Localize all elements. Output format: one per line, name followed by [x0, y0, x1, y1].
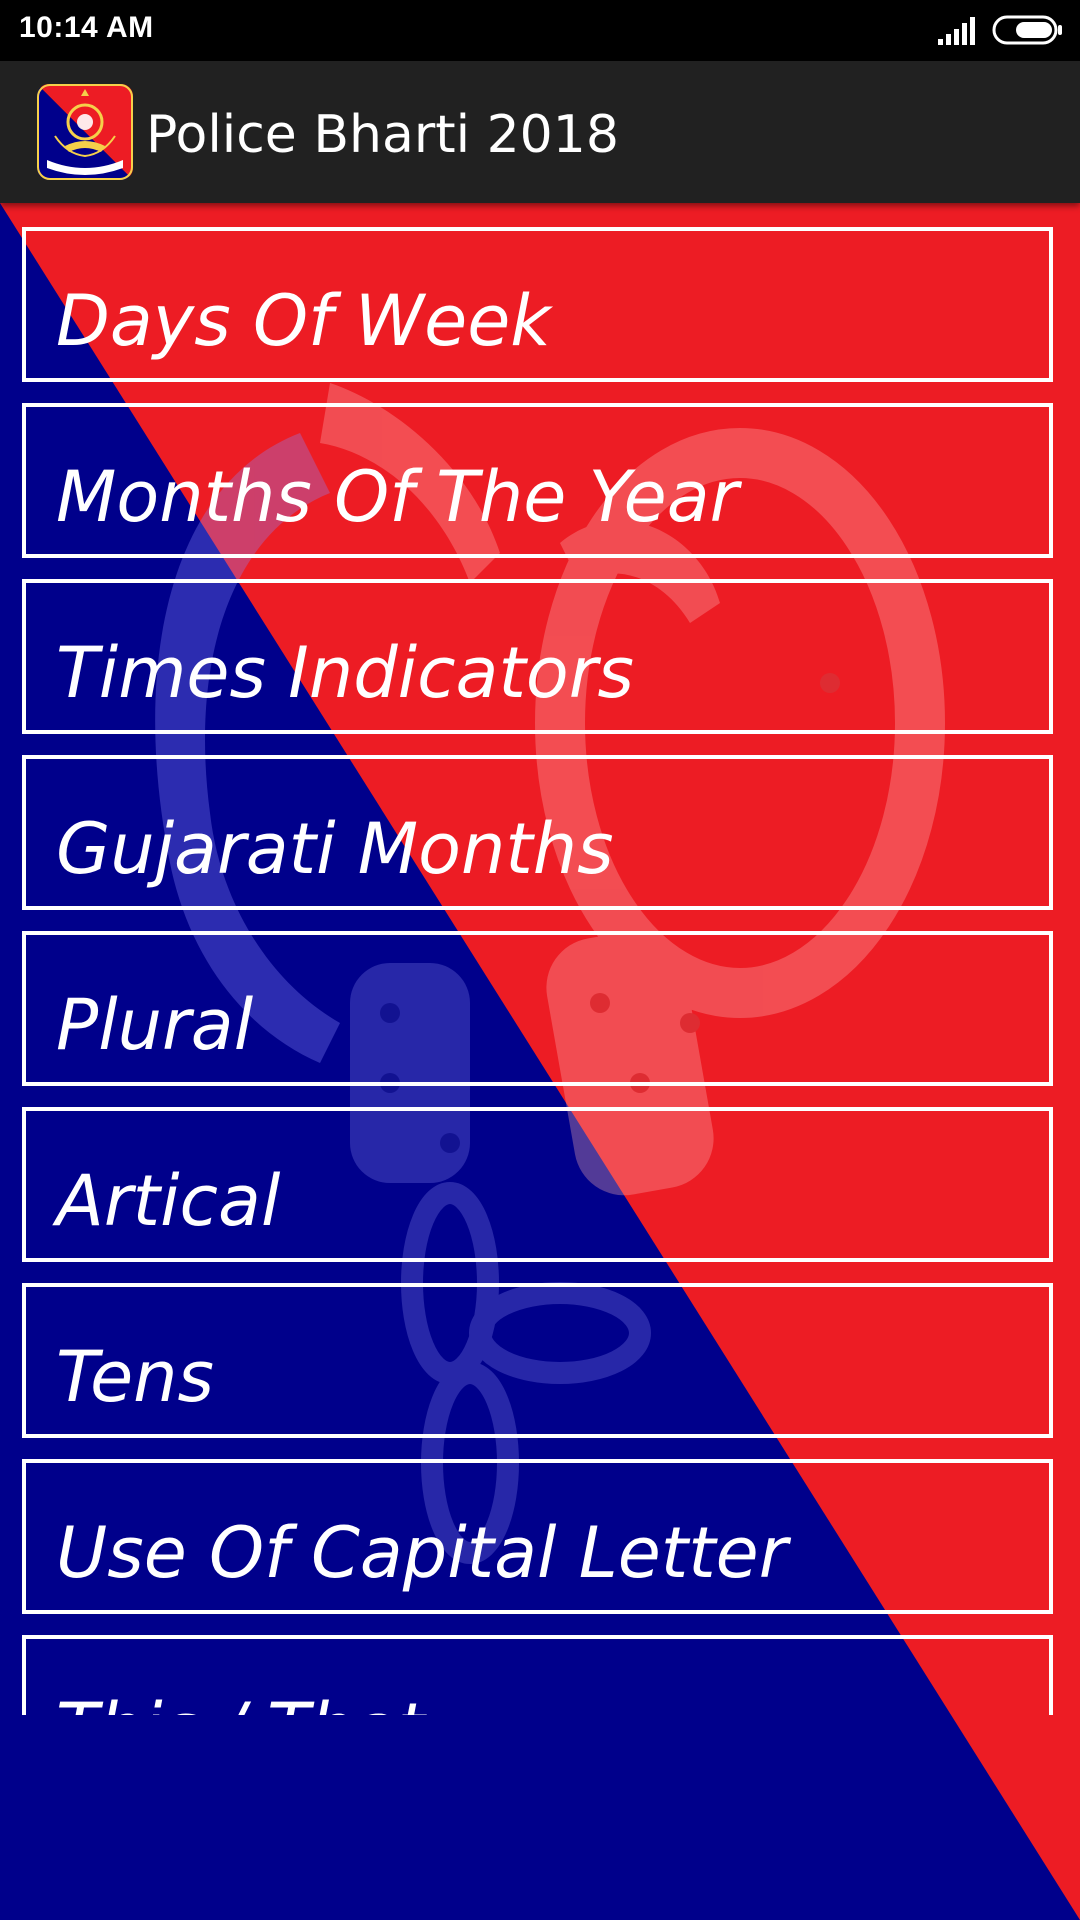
- list-item-label: Times Indicators: [56, 632, 634, 714]
- list-item-label: Artical: [56, 1160, 281, 1242]
- status-time: 10:14 AM: [19, 11, 154, 44]
- list-item-times-indicators[interactable]: Times Indicators: [22, 579, 1053, 734]
- content-area: Days Of Week Months Of The Year Times In…: [0, 203, 1080, 1920]
- list-item-label: Gujarati Months: [56, 808, 614, 890]
- list-item-label: Months Of The Year: [56, 456, 739, 538]
- battery-icon: [992, 15, 1062, 45]
- list-item-use-of-capital-letter[interactable]: Use Of Capital Letter: [22, 1459, 1053, 1614]
- list-item-label: Tens: [56, 1336, 215, 1418]
- cellular-signal-icon: [938, 17, 975, 45]
- list-item-days-of-week[interactable]: Days Of Week: [22, 227, 1053, 382]
- topic-list: Days Of Week Months Of The Year Times In…: [0, 203, 1080, 1715]
- list-item-tens[interactable]: Tens: [22, 1283, 1053, 1438]
- list-item-this-that[interactable]: This / That: [22, 1635, 1053, 1715]
- list-item-artical[interactable]: Artical: [22, 1107, 1053, 1262]
- list-item-label: Days Of Week: [56, 280, 551, 362]
- app-title: Police Bharti 2018: [146, 105, 619, 165]
- list-item-label: Use Of Capital Letter: [56, 1512, 788, 1594]
- list-item-gujarati-months[interactable]: Gujarati Months: [22, 755, 1053, 910]
- list-item-label: This / That: [56, 1694, 425, 1715]
- gujarat-police-emblem-icon: [37, 84, 133, 180]
- list-item-plural[interactable]: Plural: [22, 931, 1053, 1086]
- status-bar: 10:14 AM: [0, 0, 1080, 61]
- app-bar: Police Bharti 2018: [0, 61, 1080, 203]
- list-item-months-of-the-year[interactable]: Months Of The Year: [22, 403, 1053, 558]
- list-item-label: Plural: [56, 984, 254, 1066]
